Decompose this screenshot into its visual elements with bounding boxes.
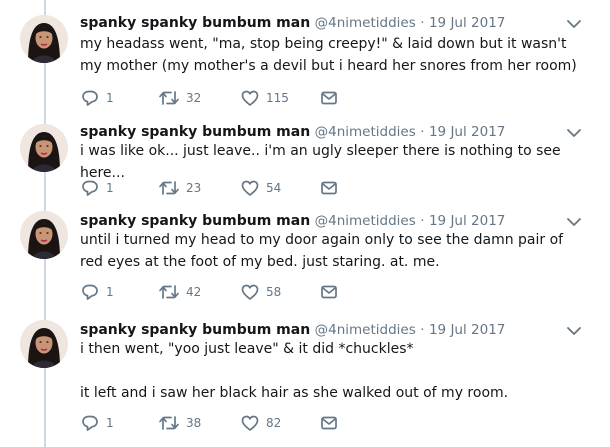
like-count: 54 (266, 181, 282, 195)
tweet-actions: 1 23 54 (80, 178, 380, 198)
reply-button[interactable]: 1 (80, 178, 114, 198)
retweet-button[interactable]: 32 (158, 88, 201, 108)
chevron-down-icon[interactable] (566, 214, 582, 228)
separator-dot: · (420, 213, 425, 229)
tweet-text-content: i then went, "yoo just leave" & it did *… (80, 341, 509, 401)
envelope-icon (320, 180, 338, 196)
reply-button[interactable]: 1 (80, 413, 114, 433)
reply-button[interactable]: 1 (80, 282, 114, 302)
direct-message-button[interactable] (320, 88, 338, 108)
display-name[interactable]: spanky spanky bumbum man (80, 322, 310, 338)
user-handle[interactable]: @4nimetiddies (315, 124, 416, 140)
like-count: 82 (266, 416, 282, 430)
reply-count: 1 (106, 181, 114, 195)
like-button[interactable]: 58 (240, 282, 281, 302)
tweet-thread: spanky spanky bumbum man @4nimetiddies ·… (0, 0, 610, 447)
separator-dot: · (420, 124, 425, 140)
like-button[interactable]: 115 (240, 88, 289, 108)
direct-message-button[interactable] (320, 413, 338, 433)
envelope-icon (320, 284, 338, 300)
tweet-text-content: until i turned my head to my door again … (80, 232, 564, 270)
chevron-down-icon[interactable] (566, 16, 582, 30)
tweet-header: spanky spanky bumbum man @4nimetiddies ·… (80, 122, 505, 142)
reply-icon (80, 283, 100, 301)
reply-icon (80, 414, 100, 432)
direct-message-button[interactable] (320, 178, 338, 198)
heart-icon (240, 283, 260, 301)
heart-icon (240, 179, 260, 197)
reply-icon (80, 89, 100, 107)
tweet-text: i then went, "yoo just leave" & it did *… (80, 338, 590, 404)
reply-count: 1 (106, 416, 114, 430)
heart-icon (240, 89, 260, 107)
avatar[interactable] (20, 124, 68, 172)
tweet-actions: 1 32 115 (80, 88, 380, 108)
heart-icon (240, 414, 260, 432)
tweet-timestamp[interactable]: 19 Jul 2017 (429, 322, 505, 338)
tweet-text-content: my headass went, "ma, stop being creepy!… (80, 36, 577, 74)
tweet-text: until i turned my head to my door again … (80, 229, 590, 273)
reply-count: 1 (106, 285, 114, 299)
avatar[interactable] (20, 320, 68, 368)
retweet-count: 38 (186, 416, 202, 430)
retweet-icon (158, 179, 180, 197)
like-button[interactable]: 82 (240, 413, 281, 433)
tweet-header: spanky spanky bumbum man @4nimetiddies ·… (80, 13, 505, 33)
retweet-count: 42 (186, 285, 202, 299)
retweet-button[interactable]: 23 (158, 178, 201, 198)
tweet-timestamp[interactable]: 19 Jul 2017 (429, 15, 505, 31)
direct-message-button[interactable] (320, 282, 338, 302)
chevron-down-icon[interactable] (566, 125, 582, 139)
avatar[interactable] (20, 15, 68, 63)
tweet-header: spanky spanky bumbum man @4nimetiddies ·… (80, 320, 505, 340)
tweet-actions: 1 42 58 (80, 282, 380, 302)
user-handle[interactable]: @4nimetiddies (315, 213, 416, 229)
user-handle[interactable]: @4nimetiddies (315, 15, 416, 31)
like-count: 58 (266, 285, 282, 299)
separator-dot: · (420, 322, 425, 338)
display-name[interactable]: spanky spanky bumbum man (80, 15, 310, 31)
envelope-icon (320, 415, 338, 431)
envelope-icon (320, 90, 338, 106)
chevron-down-icon[interactable] (566, 323, 582, 337)
tweet-text: my headass went, "ma, stop being creepy!… (80, 33, 590, 77)
retweet-icon (158, 89, 180, 107)
tweet-actions: 1 38 82 (80, 413, 380, 433)
reply-count: 1 (106, 91, 114, 105)
retweet-button[interactable]: 42 (158, 282, 201, 302)
avatar[interactable] (20, 211, 68, 259)
reply-icon (80, 179, 100, 197)
reply-button[interactable]: 1 (80, 88, 114, 108)
tweet-timestamp[interactable]: 19 Jul 2017 (429, 124, 505, 140)
display-name[interactable]: spanky spanky bumbum man (80, 213, 310, 229)
like-button[interactable]: 54 (240, 178, 281, 198)
retweet-button[interactable]: 38 (158, 413, 201, 433)
retweet-count: 23 (186, 181, 202, 195)
tweet-header: spanky spanky bumbum man @4nimetiddies ·… (80, 211, 505, 231)
display-name[interactable]: spanky spanky bumbum man (80, 124, 310, 140)
retweet-icon (158, 414, 180, 432)
like-count: 115 (266, 91, 289, 105)
retweet-icon (158, 283, 180, 301)
tweet-timestamp[interactable]: 19 Jul 2017 (429, 213, 505, 229)
user-handle[interactable]: @4nimetiddies (315, 322, 416, 338)
retweet-count: 32 (186, 91, 202, 105)
separator-dot: · (420, 15, 425, 31)
